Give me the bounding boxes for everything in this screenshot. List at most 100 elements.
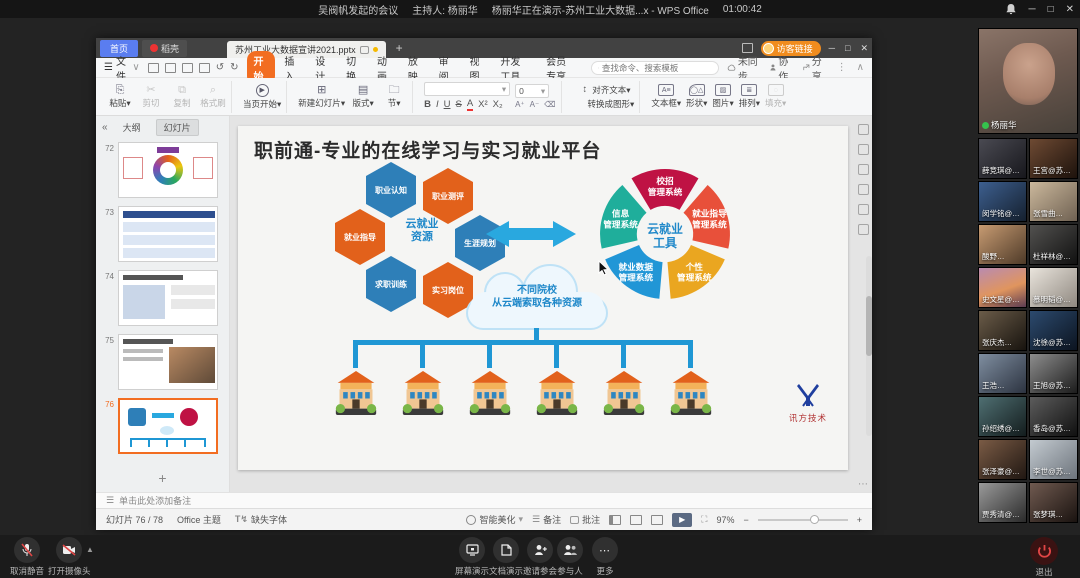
slides-tab[interactable]: 幻灯片 [156, 119, 199, 136]
play-from-current-button[interactable]: ▶当页开始▾ [243, 84, 281, 110]
superscript-button[interactable]: X² [478, 99, 488, 110]
slide-thumbnail-75[interactable] [118, 334, 218, 390]
slide-thumbnail-74[interactable] [118, 270, 218, 326]
bold-button[interactable]: B [424, 99, 431, 110]
section-button[interactable]: 🗀节▾ [381, 85, 407, 109]
sorter-view-icon[interactable] [630, 515, 642, 525]
copy-button[interactable]: ⧉复制 [169, 85, 195, 109]
preview-icon[interactable] [199, 63, 210, 73]
doc-share-button[interactable]: 文档演示 [489, 537, 523, 577]
new-slide-button[interactable]: ⊞新建幻灯片▾ [298, 85, 345, 109]
participant-tile[interactable]: 沈徐@苏… [1029, 310, 1078, 351]
participant-tile[interactable]: 酸野… [978, 224, 1027, 265]
decrease-font-icon[interactable]: A⁻ [530, 100, 540, 109]
comments-pane-icon[interactable] [858, 184, 869, 195]
arrange-button[interactable]: ≣排列▾ [739, 84, 760, 109]
fill-button[interactable]: ◌填充▾ [765, 84, 786, 109]
fit-window-icon[interactable]: ⛶ [701, 514, 707, 525]
participant-tile[interactable]: 张雪曲… [1029, 181, 1078, 222]
shapes-button[interactable]: ◯△形状▾ [686, 84, 707, 109]
save-icon[interactable] [148, 63, 159, 73]
slideshow-play-button[interactable]: ▶ [672, 513, 692, 527]
add-slide-button[interactable]: + [96, 470, 229, 486]
collapse-panel-icon[interactable]: « [102, 122, 108, 133]
pager-icon[interactable] [742, 43, 753, 53]
align-text-button[interactable]: 对齐文本▾ [592, 84, 630, 96]
participant-tile[interactable]: 香岛@苏… [1029, 396, 1078, 437]
maximize-window-icon[interactable]: □ [1048, 4, 1054, 15]
theme-name[interactable]: Office 主题 [177, 513, 221, 526]
zoom-in-icon[interactable]: + [857, 515, 862, 525]
selection-pane-icon[interactable] [858, 204, 869, 215]
canvas-scrollbar[interactable] [866, 256, 872, 436]
picture-button[interactable]: ▨图片▾ [712, 84, 733, 109]
participant-tile[interactable]: 张泽豪@… [978, 439, 1027, 480]
bell-icon[interactable] [1006, 4, 1016, 15]
slide-thumbnail-72[interactable] [118, 142, 218, 198]
slide-thumbnail-73[interactable] [118, 206, 218, 262]
layout-button[interactable]: ▤版式▾ [350, 85, 376, 109]
leave-meeting-button[interactable]: 退出 [1030, 537, 1058, 578]
text-box-button[interactable]: A≡文本框▾ [651, 84, 681, 109]
close-window-icon[interactable]: ✕ [1066, 4, 1074, 15]
participant-tile[interactable]: 王浩… [978, 353, 1027, 394]
line-spacing-icon[interactable]: ↕ [583, 84, 588, 95]
zoom-slider[interactable] [758, 519, 848, 521]
notes-toggle[interactable]: ☰ 备注 [532, 513, 561, 526]
speaker-video-tile[interactable]: 杨丽华 [978, 28, 1078, 134]
help-icon[interactable] [858, 224, 869, 235]
minimize-window-icon[interactable]: ─ [1028, 4, 1035, 15]
participant-tile[interactable]: 薛竞琪@… [978, 138, 1027, 179]
italic-button[interactable]: I [436, 99, 439, 110]
participant-tile[interactable]: 李世@苏… [1029, 439, 1078, 480]
participant-tile[interactable]: 史文星@… [978, 267, 1027, 308]
strikethrough-button[interactable]: S [455, 99, 461, 110]
beautify-icon[interactable] [858, 124, 869, 135]
command-search[interactable] [591, 61, 719, 75]
font-size-select[interactable]: 0▾ [515, 84, 549, 98]
zoom-out-icon[interactable]: − [743, 515, 748, 525]
cut-button[interactable]: ✂剪切 [138, 85, 164, 109]
participant-tile[interactable]: 王宫@苏… [1029, 138, 1078, 179]
convert-smartart-button[interactable]: 转换成图形▾ [588, 98, 635, 110]
notes-bar[interactable]: ☰ 单击此处添加备注 [96, 492, 872, 508]
reading-view-icon[interactable] [651, 515, 663, 525]
participant-tile[interactable]: 慕明韬@… [1029, 267, 1078, 308]
redo-icon[interactable]: ↻ [230, 62, 238, 73]
properties-icon[interactable] [858, 144, 869, 155]
undo-icon[interactable]: ↺ [216, 62, 224, 73]
invite-button[interactable]: 邀请参会 [523, 537, 557, 577]
more-menu-icon[interactable]: ⋮ [837, 62, 847, 73]
wps-docer-tab[interactable]: 稻壳 [142, 40, 187, 57]
collapse-ribbon-icon[interactable]: ∧ [857, 62, 864, 73]
camera-options-caret-icon[interactable]: ▲ [86, 545, 94, 554]
outline-tab[interactable]: 大纲 [116, 120, 148, 135]
zoom-slider-knob[interactable] [810, 515, 819, 524]
smart-beautify-button[interactable]: 智能美化 ▾ [466, 513, 523, 526]
slide-thumbnail-76-current[interactable] [118, 398, 218, 454]
participant-tile[interactable]: 王旭@苏… [1029, 353, 1078, 394]
zoom-percent[interactable]: 97% [716, 515, 734, 525]
clear-format-icon[interactable]: ⌫ [544, 100, 555, 109]
normal-view-icon[interactable] [609, 515, 621, 525]
participant-tile[interactable]: 孙绍绣@… [978, 396, 1027, 437]
scrollbar-thumb[interactable] [866, 296, 872, 356]
search-input[interactable] [602, 63, 712, 73]
print-icon[interactable] [182, 63, 193, 73]
unmute-button[interactable]: 取消静音 [10, 537, 44, 577]
output-icon[interactable] [165, 63, 176, 73]
increase-font-icon[interactable]: A⁺ [515, 100, 525, 109]
missing-font-warning[interactable]: T↯ 缺失字体 [235, 513, 287, 526]
format-painter-button[interactable]: ⌕格式刷 [200, 85, 226, 109]
attendees-button[interactable]: 参与人 [557, 537, 583, 577]
comments-toggle[interactable]: 批注 [570, 513, 600, 526]
screen-share-button[interactable]: 屏幕演示 [455, 537, 489, 577]
subscript-button[interactable]: X₂ [493, 99, 503, 110]
underline-button[interactable]: U [444, 99, 451, 110]
participant-tile[interactable]: 杜祥林@… [1029, 224, 1078, 265]
current-slide[interactable]: 职前通-专业的在线学习与实习就业平台 职业认知 职业测评 就业指导 生涯规划 求… [238, 126, 848, 470]
more-options-icon[interactable]: ⋯ [858, 479, 868, 490]
participant-tile[interactable]: 贾秀清@… [978, 482, 1027, 523]
more-button[interactable]: ⋯ 更多 [592, 537, 618, 577]
animation-pane-icon[interactable] [858, 164, 869, 175]
